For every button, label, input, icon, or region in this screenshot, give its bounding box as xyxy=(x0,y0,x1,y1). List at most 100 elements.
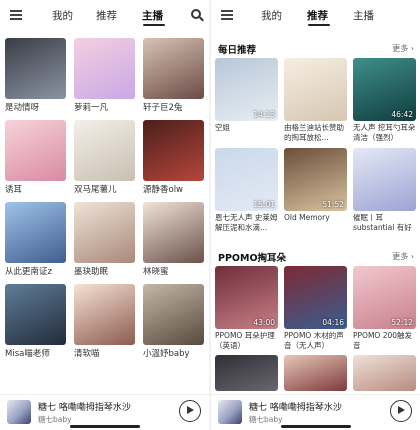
anchor-card[interactable]: 双马尾薯儿 xyxy=(74,120,137,195)
menu-icon[interactable] xyxy=(10,10,22,20)
duration-label: 51:52 xyxy=(322,200,344,209)
anchor-avatar[interactable] xyxy=(74,120,135,181)
active-tab-underline xyxy=(143,24,165,26)
anchor-avatar[interactable] xyxy=(5,120,66,181)
audio-card[interactable]: 43:00 PPOMO 耳朵护理（英语） xyxy=(215,266,278,351)
audio-card[interactable]: 04:16 PPOMO 木材的声音（无人声） xyxy=(284,266,347,351)
recommend-panel: 我的 推荐 主播 每日推荐 更多 14:13 空姐 由格兰迪站长赞助的掏耳放松...… xyxy=(211,0,420,430)
play-button-icon[interactable] xyxy=(179,400,201,422)
album-cover[interactable] xyxy=(218,400,242,424)
audio-card[interactable]: 51:52 Old Memory xyxy=(284,148,347,233)
anchor-avatar[interactable] xyxy=(143,120,204,181)
now-playing-title: 糖七 咯嘞嘞拇指琴水沙 xyxy=(38,403,131,413)
anchor-name: 小溫妤baby xyxy=(143,349,190,359)
now-playing-artist: 糖七baby xyxy=(38,415,72,424)
audio-thumbnail[interactable] xyxy=(284,58,347,121)
anchor-card[interactable]: 萝莉一凡 xyxy=(74,38,137,113)
anchor-avatar[interactable] xyxy=(5,284,66,345)
audio-thumbnail[interactable]: 51:52 xyxy=(284,148,347,211)
top-navigation-bar: 我的 推荐 主播 xyxy=(0,0,209,30)
anchor-card[interactable]: 清软喵 xyxy=(74,284,137,359)
audio-card[interactable]: 催眠丨耳substantial 有好听的口腔音 xyxy=(353,148,416,233)
audio-card[interactable]: 由格兰迪站长赞助的掏耳放松... xyxy=(284,58,347,143)
anchor-avatar[interactable] xyxy=(143,284,204,345)
audio-thumbnail[interactable]: 46:42 xyxy=(353,58,416,121)
anchor-card[interactable]: 轩子巨2兔 xyxy=(143,38,206,113)
anchor-card[interactable]: 诱耳 xyxy=(5,120,68,195)
section-title-daily: 每日推荐 xyxy=(218,45,257,56)
partial-thumbnail[interactable] xyxy=(353,355,416,391)
audio-title: PPOMO 200触发音 xyxy=(353,331,413,350)
now-playing-artist: 糖七baby xyxy=(249,415,283,424)
audio-thumbnail[interactable]: 14:13 xyxy=(215,58,278,121)
duration-label: 15:01 xyxy=(253,200,275,209)
anchor-avatar[interactable] xyxy=(74,284,135,345)
mini-player[interactable]: 糖七 咯嘞嘞拇指琴水沙 糖七baby xyxy=(211,394,420,430)
audio-thumbnail[interactable]: 43:00 xyxy=(215,266,278,329)
anchor-name: 清软喵 xyxy=(74,349,100,359)
audio-title: 无人声 挖耳勺耳朵清洁（强烈） xyxy=(353,123,416,142)
audio-card[interactable]: 52:12 PPOMO 200触发音 xyxy=(353,266,416,351)
top-navigation-bar: 我的 推荐 主播 xyxy=(211,0,420,30)
duration-label: 46:42 xyxy=(391,110,413,119)
anchor-avatar[interactable] xyxy=(74,38,135,99)
anchor-card[interactable]: 小溫妤baby xyxy=(143,284,206,359)
audio-card[interactable]: 15:01 恩七无人声 史莱姆解压泥和水滴... xyxy=(215,148,278,233)
duration-label: 43:00 xyxy=(253,318,275,327)
anchor-name: 是动情呀 xyxy=(5,103,40,113)
audio-card[interactable]: 14:13 空姐 xyxy=(215,58,278,143)
tab-mine[interactable]: 我的 xyxy=(261,8,282,23)
mini-player[interactable]: 糖七 咯嘞嘞拇指琴水沙 糖七baby xyxy=(0,394,209,430)
duration-label: 14:13 xyxy=(253,110,275,119)
tab-anchors[interactable]: 主播 xyxy=(142,8,163,23)
anchor-name: 墨玦助眠 xyxy=(74,267,109,277)
anchor-avatar[interactable] xyxy=(143,202,204,263)
tab-mine[interactable]: 我的 xyxy=(52,8,73,23)
play-button-icon[interactable] xyxy=(390,400,412,422)
more-link-ppomo[interactable]: 更多 xyxy=(392,251,414,262)
audio-thumbnail[interactable]: 15:01 xyxy=(215,148,278,211)
partial-thumbnail[interactable] xyxy=(284,355,347,391)
anchor-name: 从此更南证z xyxy=(5,267,52,277)
anchor-name: 源静香olw xyxy=(143,185,184,195)
tab-recommend[interactable]: 推荐 xyxy=(307,8,328,23)
anchor-card[interactable]: 是动情呀 xyxy=(5,38,68,113)
audio-title: Old Memory xyxy=(284,213,330,222)
anchor-avatar[interactable] xyxy=(5,202,66,263)
anchor-name: Misa喵老师 xyxy=(5,349,50,359)
anchor-card[interactable]: 林晓蜜 xyxy=(143,202,206,277)
now-playing-title: 糖七 咯嘞嘞拇指琴水沙 xyxy=(249,403,342,413)
anchor-name: 双马尾薯儿 xyxy=(74,185,117,195)
audio-title: 催眠丨耳substantial 有好听的口腔音 xyxy=(353,213,412,232)
anchor-name: 轩子巨2兔 xyxy=(143,103,183,113)
anchor-card[interactable]: 墨玦助眠 xyxy=(74,202,137,277)
anchors-panel: 我的 推荐 主播 是动情呀 萝莉一凡 轩子巨2兔诱耳 双马尾薯儿 源静香olw 从此更南证… xyxy=(0,0,209,430)
anchor-card[interactable]: Misa喵老师 xyxy=(5,284,68,359)
audio-thumbnail[interactable]: 52:12 xyxy=(353,266,416,329)
audio-title: 空姐 xyxy=(215,123,230,132)
audio-title: PPOMO 耳朵护理（英语） xyxy=(215,331,275,350)
audio-title: 恩七无人声 史莱姆解压泥和水滴... xyxy=(215,213,278,232)
more-link-daily[interactable]: 更多 xyxy=(392,43,414,54)
audio-card[interactable]: 46:42 无人声 挖耳勺耳朵清洁（强烈） xyxy=(353,58,416,143)
album-cover[interactable] xyxy=(7,400,31,424)
audio-thumbnail[interactable] xyxy=(353,148,416,211)
home-indicator xyxy=(280,425,351,428)
menu-icon[interactable] xyxy=(221,10,233,20)
anchor-avatar[interactable] xyxy=(5,38,66,99)
anchor-name: 林晓蜜 xyxy=(143,267,169,277)
search-icon[interactable] xyxy=(191,9,201,19)
audio-thumbnail[interactable]: 04:16 xyxy=(284,266,347,329)
anchor-avatar[interactable] xyxy=(74,202,135,263)
anchor-card[interactable]: 从此更南证z xyxy=(5,202,68,277)
section-title-ppomo: PPOMO掏耳朵 xyxy=(218,253,287,264)
anchor-name: 萝莉一凡 xyxy=(74,103,109,113)
anchor-avatar[interactable] xyxy=(143,38,204,99)
duration-label: 52:12 xyxy=(391,318,413,327)
anchor-name: 诱耳 xyxy=(5,185,23,195)
tab-anchors[interactable]: 主播 xyxy=(353,8,374,23)
audio-title: PPOMO 木材的声音（无人声） xyxy=(284,331,344,350)
anchor-card[interactable]: 源静香olw xyxy=(143,120,206,195)
tab-recommend[interactable]: 推荐 xyxy=(96,8,117,23)
partial-thumbnail[interactable] xyxy=(215,355,278,391)
